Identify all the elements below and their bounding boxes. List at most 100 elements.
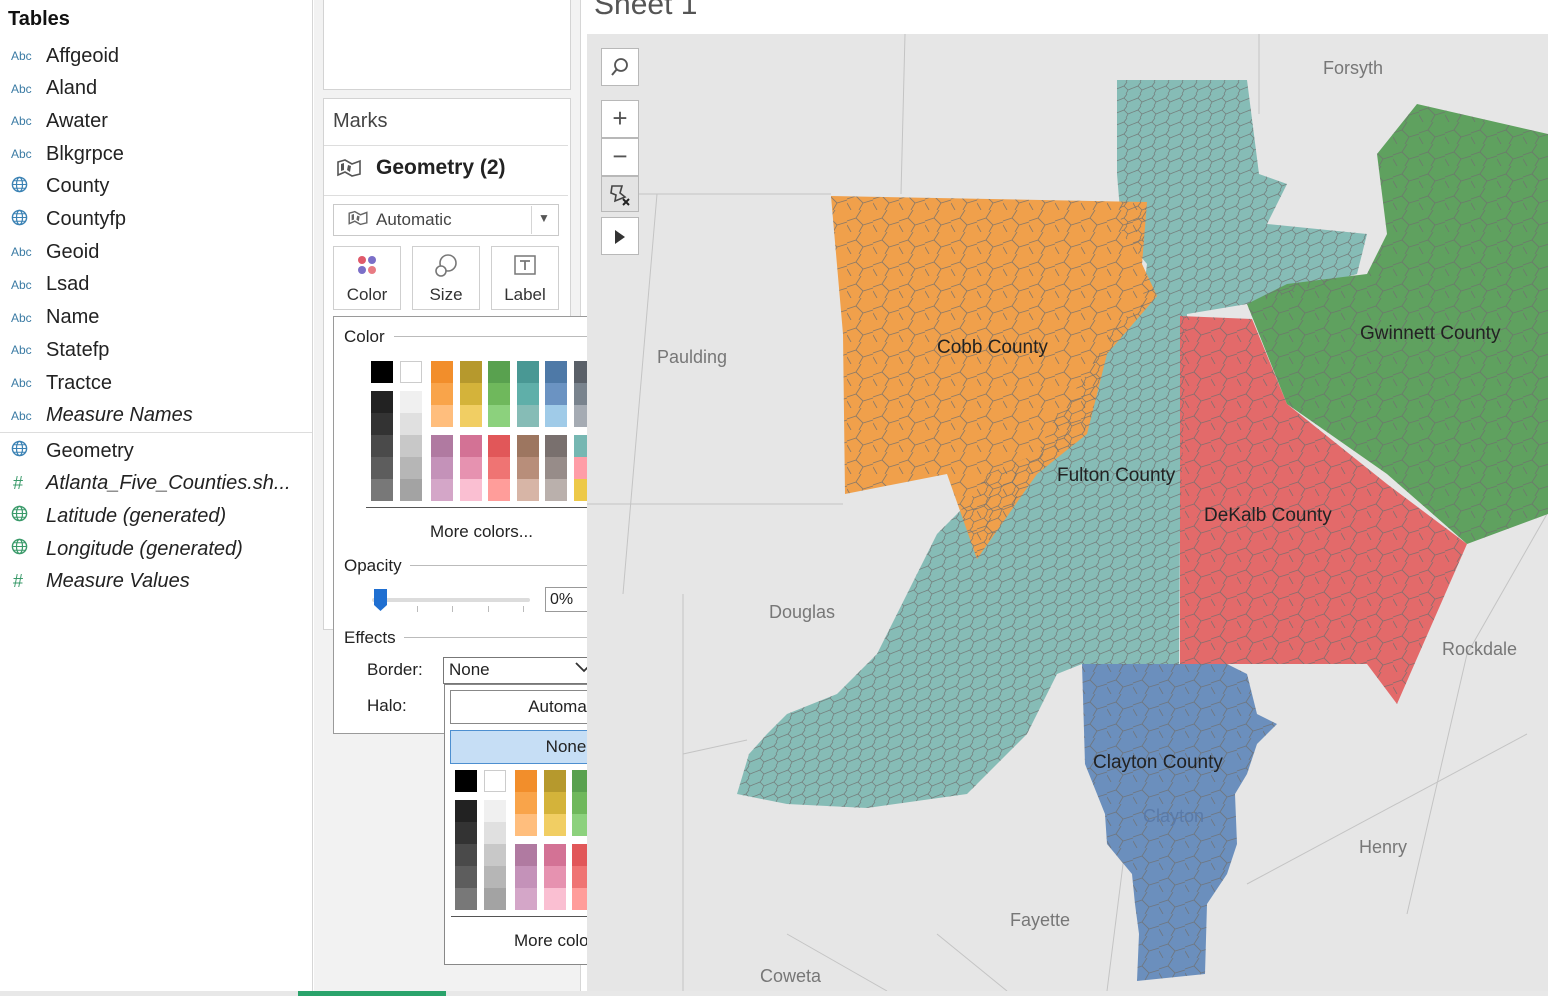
color-swatch[interactable]: [431, 435, 453, 457]
color-swatch[interactable]: [431, 479, 453, 501]
border-swatch-white[interactable]: [484, 770, 506, 792]
border-swatch[interactable]: [543, 844, 566, 866]
border-swatch-gray-dark[interactable]: [455, 800, 477, 822]
color-swatch[interactable]: [516, 435, 539, 457]
opacity-slider-track[interactable]: [372, 598, 530, 602]
border-swatch[interactable]: [543, 888, 566, 910]
border-swatch-gray-dark[interactable]: [455, 888, 477, 910]
color-swatch[interactable]: [431, 405, 453, 427]
color-swatch[interactable]: [545, 457, 567, 479]
field-countyfp[interactable]: Countyfp: [0, 204, 312, 236]
color-swatch[interactable]: [431, 361, 453, 383]
border-swatch-gray-light[interactable]: [484, 822, 506, 844]
color-swatch[interactable]: [545, 405, 567, 427]
color-swatch[interactable]: [431, 383, 453, 405]
color-swatch[interactable]: [459, 361, 482, 383]
field-name[interactable]: Abc Name: [0, 302, 312, 334]
unpin-map-button[interactable]: [601, 176, 639, 212]
color-swatch[interactable]: [459, 405, 482, 427]
color-swatch-gray-light[interactable]: [400, 413, 422, 435]
field-measure-values[interactable]: # Measure Values: [0, 566, 312, 598]
border-swatch[interactable]: [515, 888, 537, 910]
color-swatch-gray-light[interactable]: [400, 479, 422, 501]
border-swatch[interactable]: [543, 770, 566, 792]
palette-rule: [366, 507, 598, 508]
color-swatch[interactable]: [516, 457, 539, 479]
field-measure-names[interactable]: Abc Measure Names: [0, 400, 312, 432]
border-swatch[interactable]: [543, 814, 566, 836]
color-swatch-white[interactable]: [400, 361, 422, 383]
field-longitude-generated[interactable]: Longitude (generated): [0, 533, 312, 565]
color-swatch-gray-dark[interactable]: [371, 391, 393, 413]
zoom-in-button[interactable]: +: [601, 100, 639, 138]
border-swatch[interactable]: [515, 770, 537, 792]
opacity-slider-thumb[interactable]: [373, 588, 388, 612]
border-swatch-gray-dark[interactable]: [455, 844, 477, 866]
color-swatch[interactable]: [459, 435, 482, 457]
field-tractce[interactable]: Abc Tractce: [0, 367, 312, 399]
field-geoid[interactable]: Abc Geoid: [0, 236, 312, 268]
size-mark-button[interactable]: Size: [412, 246, 480, 310]
border-swatch[interactable]: [515, 814, 537, 836]
field-affgeoid[interactable]: Abc Affgeoid: [0, 40, 312, 72]
border-swatch-gray-light[interactable]: [484, 844, 506, 866]
color-swatch-gray-dark[interactable]: [371, 479, 393, 501]
field-latitude-generated[interactable]: Latitude (generated): [0, 500, 312, 532]
color-swatch-gray-light[interactable]: [400, 391, 422, 413]
color-swatch[interactable]: [459, 383, 482, 405]
color-swatch-gray-dark[interactable]: [371, 413, 393, 435]
color-swatch[interactable]: [488, 405, 510, 427]
border-swatch[interactable]: [515, 844, 537, 866]
color-swatch[interactable]: [545, 479, 567, 501]
color-swatch-gray-dark[interactable]: [371, 457, 393, 479]
color-swatch[interactable]: [488, 457, 510, 479]
color-swatch[interactable]: [488, 361, 510, 383]
label-mark-button[interactable]: Label: [491, 246, 559, 310]
field-aland[interactable]: Abc Aland: [0, 73, 312, 105]
border-swatch[interactable]: [515, 866, 537, 888]
marks-layer-geometry[interactable]: Geometry (2): [376, 156, 506, 180]
border-swatch-gray-light[interactable]: [484, 888, 506, 910]
zoom-out-button[interactable]: −: [601, 138, 639, 176]
color-swatch[interactable]: [545, 435, 567, 457]
filters-card[interactable]: [323, 0, 571, 90]
border-swatch-gray-dark[interactable]: [455, 822, 477, 844]
active-sheet-tab-indicator[interactable]: [298, 991, 446, 996]
color-swatch[interactable]: [431, 457, 453, 479]
border-swatch[interactable]: [543, 792, 566, 814]
color-swatch[interactable]: [459, 457, 482, 479]
color-swatch[interactable]: [545, 383, 567, 405]
map-search-button[interactable]: [601, 48, 639, 86]
border-swatch-gray-light[interactable]: [484, 866, 506, 888]
color-swatch[interactable]: [516, 361, 539, 383]
more-colors-link[interactable]: More colors...: [430, 522, 533, 542]
color-swatch[interactable]: [516, 405, 539, 427]
color-swatch[interactable]: [488, 383, 510, 405]
border-swatch-gray-light[interactable]: [484, 800, 506, 822]
field-lsad[interactable]: Abc Lsad: [0, 269, 312, 301]
border-swatch[interactable]: [543, 866, 566, 888]
color-swatch[interactable]: [545, 361, 567, 383]
field-blkgrpce[interactable]: Abc Blkgrpce: [0, 138, 312, 170]
color-swatch[interactable]: [516, 383, 539, 405]
field-statefp[interactable]: Abc Statefp: [0, 334, 312, 366]
field-atlanta-five-counties-sh[interactable]: # Atlanta_Five_Counties.sh...: [0, 468, 312, 500]
chevron-down-icon[interactable]: ▼: [538, 211, 550, 225]
border-swatch-gray-dark[interactable]: [455, 866, 477, 888]
color-swatch-gray-light[interactable]: [400, 435, 422, 457]
color-swatch-gray-dark[interactable]: [371, 435, 393, 457]
border-swatch-black[interactable]: [455, 770, 477, 792]
string-icon: Abc: [11, 277, 32, 292]
field-awater[interactable]: Abc Awater: [0, 105, 312, 137]
color-swatch[interactable]: [516, 479, 539, 501]
expand-toolbar-button[interactable]: [601, 217, 639, 255]
border-swatch[interactable]: [515, 792, 537, 814]
field-geometry[interactable]: Geometry: [0, 435, 312, 467]
color-swatch[interactable]: [488, 479, 510, 501]
color-swatch[interactable]: [488, 435, 510, 457]
color-swatch[interactable]: [459, 479, 482, 501]
color-mark-button[interactable]: Color: [333, 246, 401, 310]
color-swatch-gray-light[interactable]: [400, 457, 422, 479]
color-swatch-black[interactable]: [371, 361, 393, 383]
field-county[interactable]: County: [0, 171, 312, 203]
